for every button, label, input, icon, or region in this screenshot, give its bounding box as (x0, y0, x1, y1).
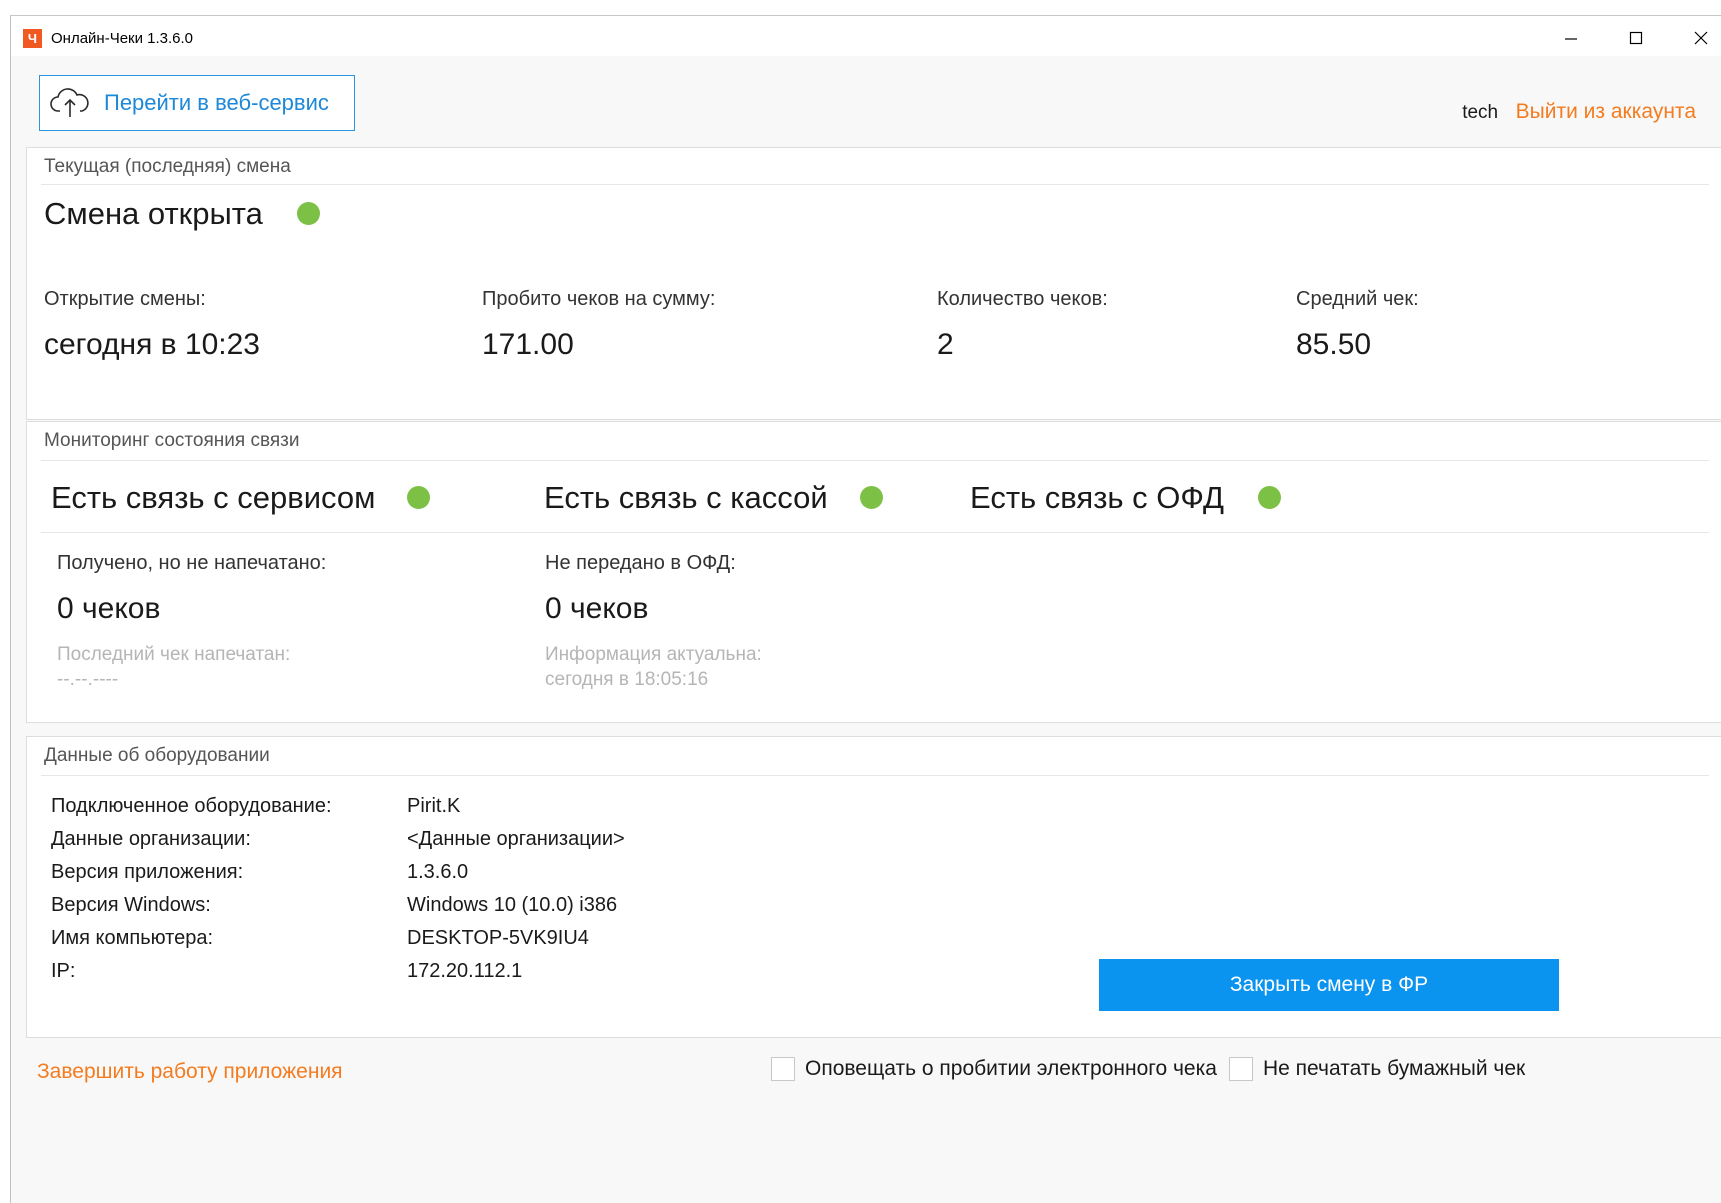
average-receipt-label: Средний чек: (1296, 288, 1419, 310)
connection-monitoring-panel: Мониторинг состояния связи Есть связь с … (26, 421, 1721, 723)
service-connection-status: Есть связь с сервисом (51, 480, 376, 515)
exit-application-link[interactable]: Завершить работу приложения (37, 1060, 343, 1084)
shift-status-indicator (297, 202, 320, 225)
minimize-icon (1565, 38, 1577, 40)
unprinted-value: 0 чеков (57, 592, 161, 625)
no-paper-receipt-checkbox[interactable] (1229, 1057, 1253, 1081)
ip-row-label: IP: (51, 960, 76, 982)
last-printed-value: --.--.---- (57, 669, 119, 690)
windows-version-row-value: Windows 10 (10.0) i386 (407, 894, 618, 916)
divider (41, 184, 1709, 185)
window-title: Онлайн-Чеки 1.3.6.0 (51, 30, 194, 47)
notify-electronic-receipt-option[interactable]: Оповещать о пробитии электронного чека (771, 1057, 1217, 1081)
not-sent-ofd-value: 0 чеков (545, 592, 649, 625)
cashbox-connection-indicator (860, 486, 883, 509)
equipment-row-label: Подключенное оборудование: (51, 795, 332, 817)
organization-row-value: <Данные организации> (407, 828, 625, 850)
equipment-row-value: Pirit.K (407, 795, 461, 817)
computer-name-row-label: Имя компьютера: (51, 927, 214, 949)
web-service-label: Перейти в веб-сервис (104, 90, 329, 115)
notify-electronic-receipt-checkbox[interactable] (771, 1057, 795, 1081)
username: tech (1462, 102, 1499, 123)
monitoring-title: Мониторинг состояния связи (44, 430, 300, 451)
logout-link[interactable]: Выйти из аккаунта (1516, 100, 1696, 123)
equipment-panel: Данные об оборудовании Подключенное обор… (26, 736, 1721, 1038)
notify-electronic-receipt-label: Оповещать о пробитии электронного чека (805, 1057, 1217, 1080)
windows-version-row-label: Версия Windows: (51, 894, 211, 916)
close-icon (1694, 31, 1708, 45)
divider (41, 460, 1709, 461)
no-paper-receipt-option[interactable]: Не печатать бумажный чек (1229, 1057, 1525, 1081)
info-actual-label: Информация актуальна: (545, 644, 762, 665)
last-printed-label: Последний чек напечатан: (57, 644, 291, 665)
cashbox-connection-status: Есть связь с кассой (544, 480, 828, 515)
total-sum-label: Пробито чеков на сумму: (482, 288, 716, 310)
average-receipt-value: 85.50 (1296, 328, 1372, 361)
ofd-connection-indicator (1258, 486, 1281, 509)
unprinted-label: Получено, но не напечатано: (57, 552, 327, 574)
total-sum-value: 171.00 (482, 328, 574, 361)
computer-name-row-value: DESKTOP-5VK9IU4 (407, 927, 589, 949)
ip-row-value: 172.20.112.1 (407, 960, 523, 982)
info-actual-value: сегодня в 18:05:16 (545, 669, 709, 690)
go-to-web-service-button[interactable]: Перейти в веб-сервис (39, 75, 355, 131)
not-sent-ofd-label: Не передано в ОФД: (545, 552, 736, 574)
organization-row-label: Данные организации: (51, 828, 251, 850)
shift-status: Смена открыта (44, 196, 263, 231)
shift-open-value: сегодня в 10:23 (44, 328, 260, 361)
no-paper-receipt-label: Не печатать бумажный чек (1263, 1057, 1526, 1080)
divider (41, 775, 1709, 776)
minimize-button[interactable] (1551, 24, 1591, 52)
app-version-row-value: 1.3.6.0 (407, 861, 469, 883)
current-shift-title: Текущая (последняя) смена (44, 156, 291, 177)
divider (41, 532, 1709, 533)
close-button[interactable] (1681, 24, 1721, 52)
maximize-icon (1629, 31, 1643, 45)
service-connection-indicator (407, 486, 430, 509)
close-shift-button[interactable]: Закрыть смену в ФР (1099, 959, 1559, 1011)
receipt-count-label: Количество чеков: (937, 288, 1108, 310)
ofd-connection-status: Есть связь с ОФД (970, 480, 1224, 515)
app-version-row-label: Версия приложения: (51, 861, 244, 883)
app-logo-icon: Ч (23, 29, 42, 48)
equipment-title: Данные об оборудовании (44, 745, 270, 766)
account-area: tech Выйти из аккаунта (1462, 100, 1696, 124)
title-bar[interactable]: Ч Онлайн-Чеки 1.3.6.0 (11, 16, 1721, 56)
maximize-button[interactable] (1616, 24, 1656, 52)
cloud-upload-icon (50, 88, 89, 117)
receipt-count-value: 2 (937, 328, 954, 361)
shift-open-label: Открытие смены: (44, 288, 206, 310)
current-shift-panel: Текущая (последняя) смена Смена открыта … (26, 147, 1721, 420)
app-window: Ч Онлайн-Чеки 1.3.6.0 Перейти в веб-серв… (10, 15, 1721, 1203)
